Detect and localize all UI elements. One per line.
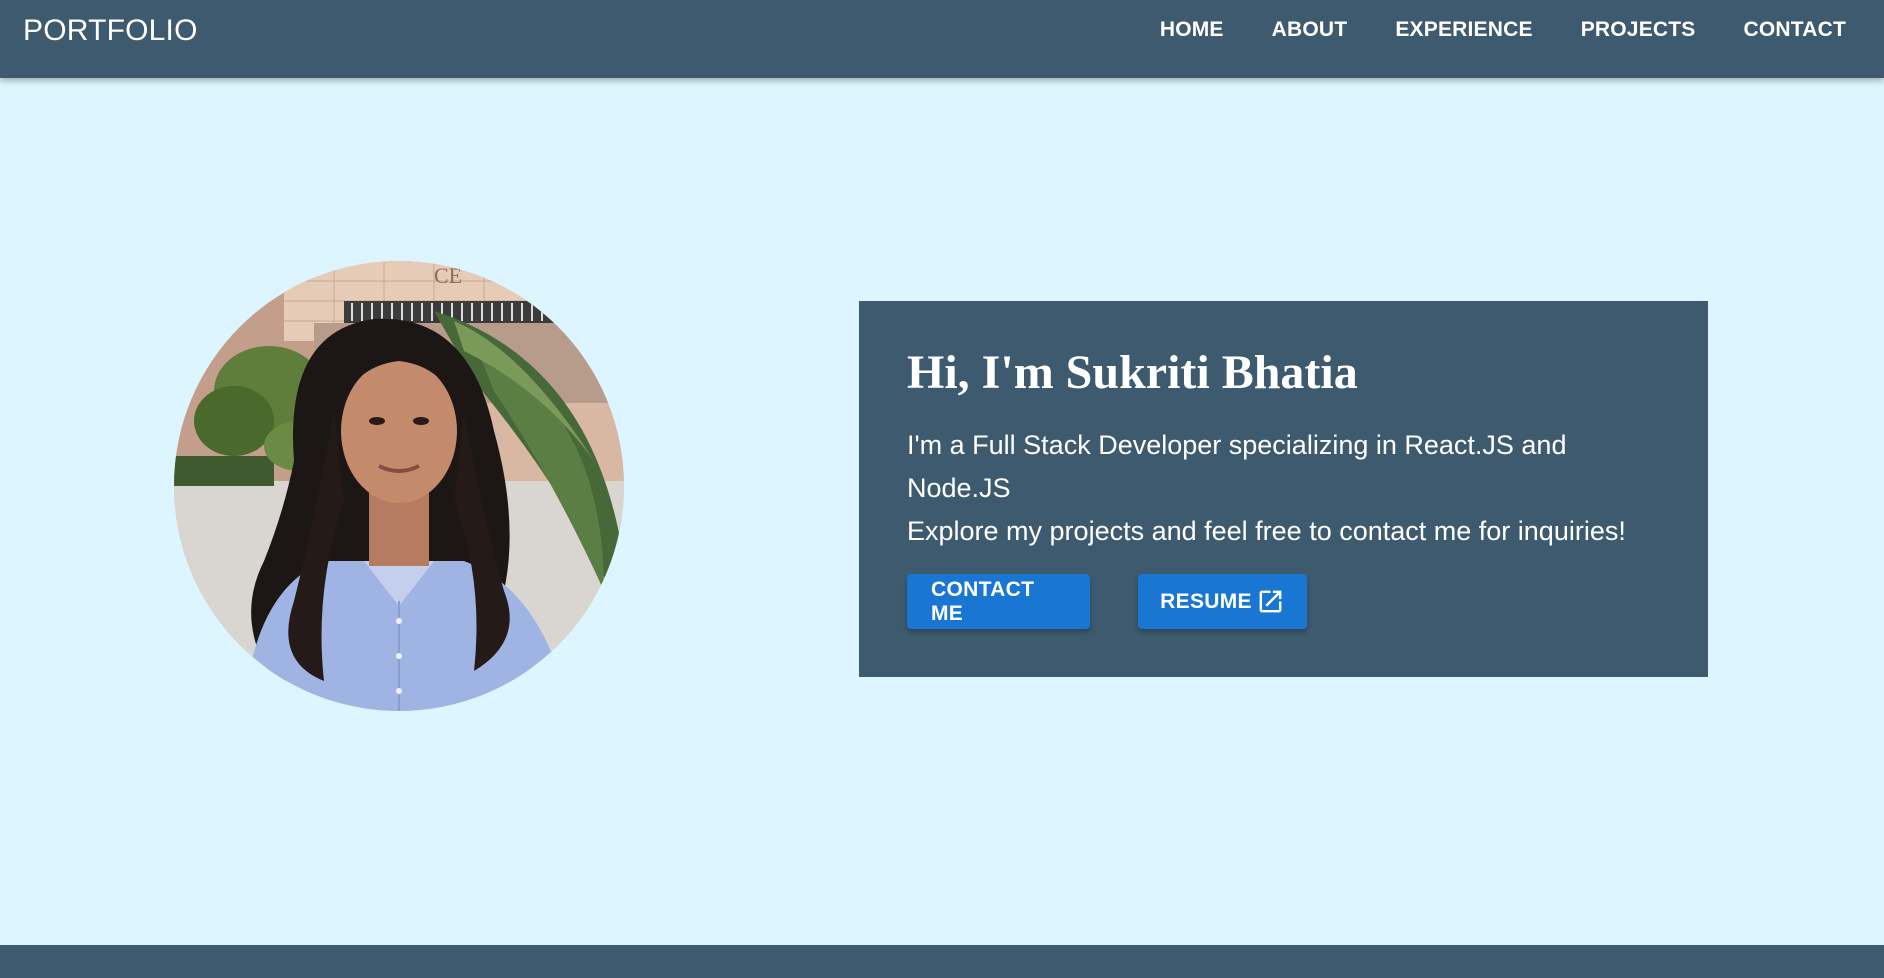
nav-experience[interactable]: EXPERIENCE bbox=[1371, 18, 1556, 42]
resume-label: RESUME bbox=[1160, 589, 1252, 613]
profile-photo: CE bbox=[174, 261, 624, 711]
hero-buttons: CONTACT ME RESUME bbox=[907, 574, 1307, 629]
hero-description-line-2: Explore my projects and feel free to con… bbox=[907, 515, 1626, 546]
hero-card: Hi, I'm Sukriti Bhatia I'm a Full Stack … bbox=[859, 301, 1708, 677]
top-navbar: PORTFOLIO HOME ABOUT EXPERIENCE PROJECTS… bbox=[0, 0, 1884, 78]
brand-logo[interactable]: PORTFOLIO bbox=[23, 14, 198, 48]
footer-bar bbox=[0, 945, 1884, 978]
resume-button[interactable]: RESUME bbox=[1138, 574, 1307, 629]
contact-me-button[interactable]: CONTACT ME bbox=[907, 574, 1090, 629]
photo-sign-text: CE bbox=[434, 263, 462, 288]
hero-description: I'm a Full Stack Developer specializing … bbox=[907, 424, 1660, 553]
nav-home[interactable]: HOME bbox=[1136, 18, 1248, 42]
nav-about[interactable]: ABOUT bbox=[1248, 18, 1372, 42]
contact-me-label: CONTACT ME bbox=[931, 577, 1035, 625]
hero-title: Hi, I'm Sukriti Bhatia bbox=[907, 346, 1358, 399]
open-in-new-icon bbox=[1256, 587, 1285, 616]
nav-projects[interactable]: PROJECTS bbox=[1557, 18, 1720, 42]
nav-links: HOME ABOUT EXPERIENCE PROJECTS CONTACT bbox=[1136, 18, 1846, 42]
nav-contact[interactable]: CONTACT bbox=[1720, 18, 1847, 42]
hero-description-line-1: I'm a Full Stack Developer specializing … bbox=[907, 429, 1567, 503]
